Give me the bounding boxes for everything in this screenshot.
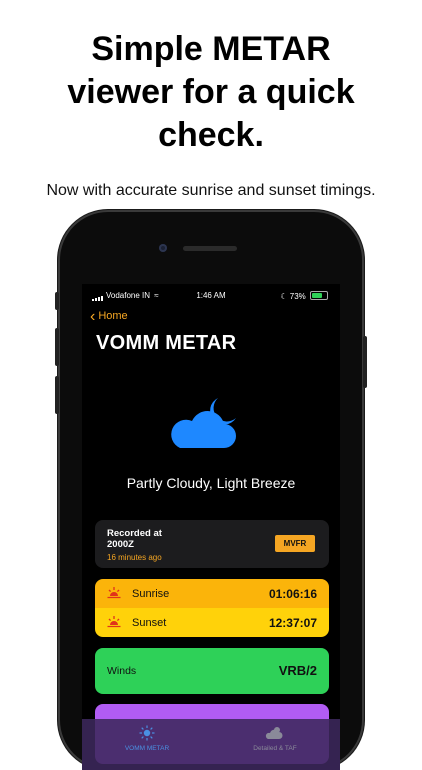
winds-card[interactable]: Winds VRB/2 [95,648,329,694]
flight-category-badge: MVFR [275,535,315,552]
sunrise-icon [107,587,121,599]
chevron-left-icon: ‹ [90,308,96,325]
page-title: VOMM METAR [96,332,237,354]
moon-icon: ☾ [280,292,288,301]
recorded-ago: 16 minutes ago [107,553,162,562]
earpiece-speaker [183,246,237,251]
back-button[interactable]: ‹ Home [90,308,128,326]
sunrise-time: 01:06:16 [268,587,317,601]
volume-down-button [55,376,59,414]
winds-label: Winds [107,665,137,677]
battery-label: 73% [289,292,306,301]
battery-icon [310,291,328,300]
weather-condition: Partly Cloudy, Light Breeze [126,475,296,491]
mute-switch [55,292,59,310]
tab-vomm-metar-label: VOMM METAR [124,745,170,752]
volume-up-button [55,328,59,366]
status-battery: ☾ 73% [280,291,328,301]
cloud-sun-icon [265,727,283,739]
headline: Simple METAR viewer for a quick check. [67,30,355,154]
recorded-card: Recorded at 2000Z 16 minutes ago MVFR [95,520,329,568]
cloud-moon-icon [171,398,236,448]
winds-value: VRB/2 [278,663,317,678]
power-button [363,336,367,388]
sunrise-label: Sunrise [132,588,170,600]
sun-times-card: Sunrise 01:06:16 Sunset 12:37:07 [95,579,329,637]
sunset-label: Sunset [132,617,167,629]
phone-frame: Vodafone IN ≈ 1:46 AM ☾ 73% ‹ Home VOMM M… [55,210,367,770]
sunrise-row: Sunrise 01:06:16 [95,579,329,608]
tab-detailed-taf[interactable]: Detailed & TAF [220,725,330,752]
sunset-row: Sunset 12:37:07 [95,608,329,637]
sunset-time: 12:37:07 [268,616,317,630]
status-bar: Vodafone IN ≈ 1:46 AM ☾ 73% [82,284,340,304]
tab-vomm-metar[interactable]: VOMM METAR [92,725,202,752]
front-camera [159,244,167,252]
sun-icon [139,725,155,741]
tab-bar: VOMM METAR Detailed & TAF [82,719,340,770]
tab-detailed-taf-label: Detailed & TAF [253,745,297,752]
app-screen: Vodafone IN ≈ 1:46 AM ☾ 73% ‹ Home VOMM M… [82,284,340,770]
subline: Now with accurate sunrise and sunset tim… [46,182,376,199]
back-label: Home [98,310,128,322]
recorded-label: Recorded at 2000Z [107,528,162,550]
sunset-icon [107,616,121,628]
